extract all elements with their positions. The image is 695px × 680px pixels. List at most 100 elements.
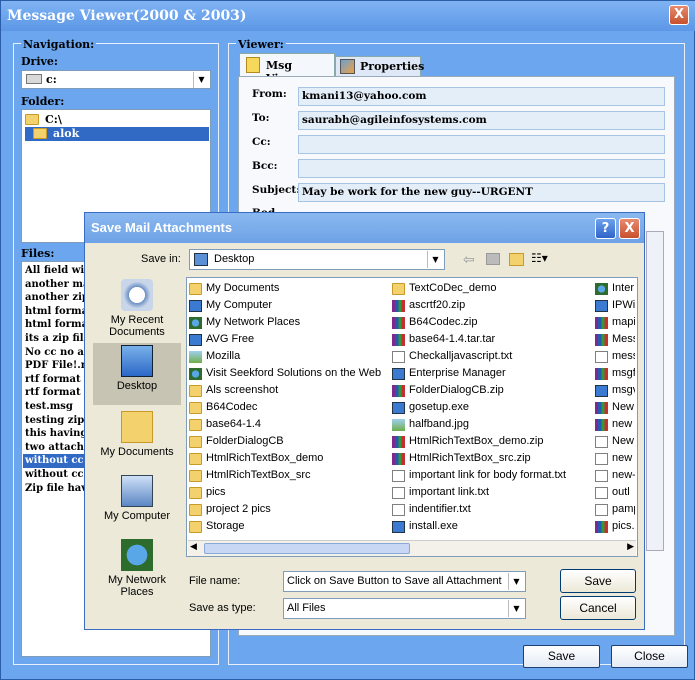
tab-properties[interactable]: Properties bbox=[335, 56, 424, 77]
subject-field[interactable]: May be work for the new guy--URGENT bbox=[298, 183, 665, 202]
file-item[interactable]: HtmlRichTextBox_demo.zip bbox=[392, 433, 592, 450]
file-item[interactable]: Enterprise Manager bbox=[392, 365, 592, 382]
file-item[interactable]: New bbox=[595, 433, 635, 450]
dialog-save-button[interactable]: Save bbox=[560, 569, 636, 593]
file-item[interactable]: indentifier.txt bbox=[392, 501, 592, 518]
file-item[interactable]: Checkalljavascript.txt bbox=[392, 348, 592, 365]
file-item[interactable]: important link.txt bbox=[392, 484, 592, 501]
folder-item-root[interactable]: C:\ bbox=[25, 113, 209, 127]
file-name: FolderDialogCB bbox=[206, 435, 284, 447]
horizontal-scrollbar[interactable]: ◀ ▶ bbox=[188, 540, 636, 556]
file-item[interactable]: Storage bbox=[189, 518, 389, 535]
place-my-network[interactable]: My Network Places bbox=[93, 539, 181, 598]
to-field[interactable]: saurabh@agileinfosystems.com bbox=[298, 111, 665, 130]
body-scrollbar[interactable] bbox=[646, 231, 664, 551]
tab-msg-viewer[interactable]: Msg Viewer bbox=[239, 53, 335, 85]
chevron-down-icon[interactable]: ▼ bbox=[508, 573, 524, 590]
file-name: Visit Seekford Solutions on the Web bbox=[206, 367, 382, 379]
place-my-computer[interactable]: My Computer bbox=[93, 475, 181, 522]
file-name: new- bbox=[612, 469, 635, 481]
from-field[interactable]: kmani13@yahoo.com bbox=[298, 87, 665, 106]
file-item[interactable]: Mess bbox=[595, 331, 635, 348]
save-button[interactable]: Save bbox=[523, 645, 600, 668]
file-item[interactable]: new bbox=[595, 450, 635, 467]
new-folder-icon[interactable] bbox=[509, 253, 524, 266]
file-item[interactable]: Visit Seekford Solutions on the Web bbox=[189, 365, 389, 382]
place-desktop[interactable]: Desktop bbox=[93, 343, 181, 405]
file-item[interactable]: Mozilla bbox=[189, 348, 389, 365]
folder-icon bbox=[189, 418, 202, 431]
chevron-down-icon[interactable]: ▼ bbox=[193, 72, 209, 88]
chevron-down-icon[interactable]: ▼ bbox=[508, 600, 524, 617]
file-item[interactable]: IPWi bbox=[595, 297, 635, 314]
file-item[interactable]: AVG Free bbox=[189, 331, 389, 348]
file-item[interactable]: ascrtf20.zip bbox=[392, 297, 592, 314]
folder-icon bbox=[189, 520, 202, 533]
zip-file-icon bbox=[595, 367, 608, 380]
scroll-left-icon[interactable]: ◀ bbox=[190, 541, 197, 552]
file-browser-list[interactable]: My Documents My Computer My Network Places… bbox=[186, 277, 638, 557]
file-item[interactable]: important link for body format.txt bbox=[392, 467, 592, 484]
back-icon[interactable]: ⇦ bbox=[463, 251, 475, 268]
close-button[interactable]: Close bbox=[611, 645, 688, 668]
file-item[interactable]: B64Codec.zip bbox=[392, 314, 592, 331]
file-item[interactable]: msgf bbox=[595, 365, 635, 382]
file-item[interactable]: mapi bbox=[595, 314, 635, 331]
place-my-documents[interactable]: My Documents bbox=[93, 411, 181, 458]
save-as-type-value: All Files bbox=[287, 602, 326, 614]
file-item[interactable]: gosetup.exe bbox=[392, 399, 592, 416]
folder-icon bbox=[392, 282, 405, 295]
file-item[interactable]: TextCoDec_demo bbox=[392, 280, 592, 297]
save-as-type-combo[interactable]: All Files ▼ bbox=[283, 598, 526, 619]
application-icon bbox=[595, 384, 608, 397]
help-button[interactable]: ? bbox=[595, 218, 616, 239]
file-item[interactable]: pics bbox=[189, 484, 389, 501]
file-item[interactable]: HtmlRichTextBox_src.zip bbox=[392, 450, 592, 467]
file-item[interactable]: pics. bbox=[595, 518, 635, 535]
folder-item-alok[interactable]: alok bbox=[25, 127, 209, 141]
file-item[interactable]: base64-1.4.tar.tar bbox=[392, 331, 592, 348]
file-item[interactable]: My Network Places bbox=[189, 314, 389, 331]
file-item[interactable]: halfband.jpg bbox=[392, 416, 592, 433]
file-item[interactable]: new- bbox=[595, 467, 635, 484]
file-item[interactable]: My Computer bbox=[189, 297, 389, 314]
file-item[interactable]: base64-1.4 bbox=[189, 416, 389, 433]
file-item[interactable]: HtmlRichTextBox_src bbox=[189, 467, 389, 484]
dialog-close-button[interactable]: X bbox=[619, 218, 640, 239]
file-item[interactable]: new bbox=[595, 416, 635, 433]
zip-file-icon bbox=[392, 452, 405, 465]
file-item[interactable]: install.exe bbox=[392, 518, 592, 535]
views-menu-icon[interactable]: ☷▾ bbox=[531, 251, 548, 265]
file-name-input[interactable]: Click on Save Button to Save all Attachm… bbox=[283, 571, 526, 592]
file-item[interactable]: project 2 pics bbox=[189, 501, 389, 518]
file-item[interactable]: pamp bbox=[595, 501, 635, 518]
text-file-icon bbox=[595, 486, 608, 499]
file-item[interactable]: My Documents bbox=[189, 280, 389, 297]
up-folder-icon[interactable] bbox=[486, 253, 500, 265]
window-close-button[interactable]: X bbox=[669, 5, 689, 25]
file-item[interactable]: mess bbox=[595, 348, 635, 365]
file-name: IPWi bbox=[612, 299, 635, 311]
file-item[interactable]: FolderDialogCB bbox=[189, 433, 389, 450]
file-item[interactable]: New bbox=[595, 399, 635, 416]
file-item[interactable]: HtmlRichTextBox_demo bbox=[189, 450, 389, 467]
drive-combo[interactable]: c: ▼ bbox=[21, 70, 211, 89]
drive-value: c: bbox=[46, 73, 57, 86]
chevron-down-icon[interactable]: ▼ bbox=[427, 251, 443, 268]
file-item[interactable]: Als screenshot bbox=[189, 382, 389, 399]
bcc-field[interactable] bbox=[298, 159, 665, 178]
file-name: pamp bbox=[612, 503, 635, 515]
file-item[interactable]: outl bbox=[595, 484, 635, 501]
file-item[interactable]: msgv bbox=[595, 382, 635, 399]
scroll-right-icon[interactable]: ▶ bbox=[627, 541, 634, 552]
place-recent[interactable]: My Recent Documents bbox=[93, 279, 181, 338]
cc-field[interactable] bbox=[298, 135, 665, 154]
dialog-cancel-button[interactable]: Cancel bbox=[560, 596, 636, 620]
scroll-thumb[interactable] bbox=[204, 543, 410, 554]
file-item[interactable]: FolderDialogCB.zip bbox=[392, 382, 592, 399]
file-item[interactable]: B64Codec bbox=[189, 399, 389, 416]
file-item[interactable]: Inter bbox=[595, 280, 635, 297]
zip-file-icon bbox=[392, 333, 405, 346]
image-icon bbox=[189, 350, 202, 363]
save-in-combo[interactable]: Desktop ▼ bbox=[189, 249, 445, 270]
